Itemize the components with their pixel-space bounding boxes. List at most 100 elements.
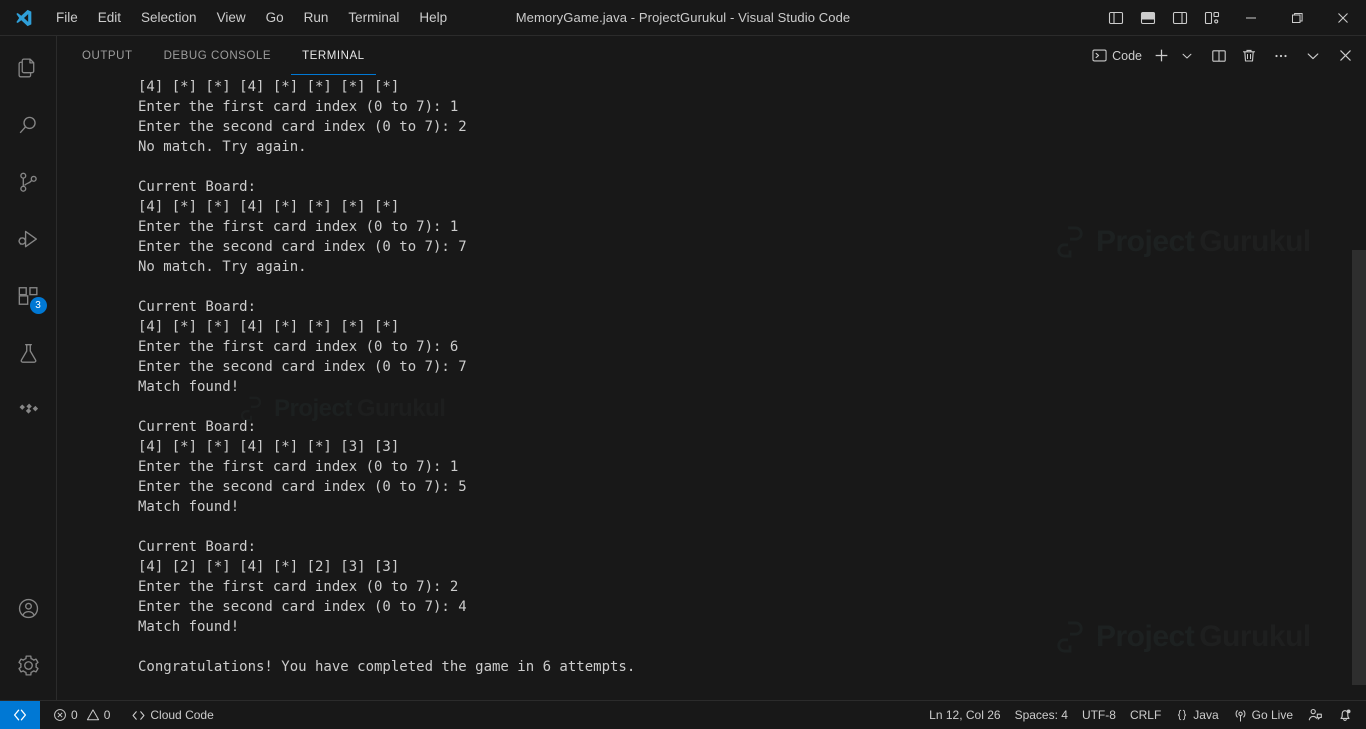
status-bar: 0 0 Cloud Code Ln 12, Col <box>0 700 1366 729</box>
chevron-down-icon <box>1305 48 1321 64</box>
close-icon <box>1338 48 1353 63</box>
terminal-chevron-icon <box>1092 48 1107 63</box>
status-problems[interactable]: 0 0 <box>47 704 116 726</box>
menu-go[interactable]: Go <box>257 5 293 30</box>
status-remote-window[interactable] <box>0 701 40 729</box>
terminal-line: Congratulations! You have completed the … <box>138 657 1366 677</box>
terminal-line: Enter the second card index (0 to 7): 4 <box>138 597 1366 617</box>
tab-terminal[interactable]: TERMINAL <box>291 36 376 75</box>
status-encoding[interactable]: UTF-8 <box>1076 704 1122 726</box>
terminal-line: Current Board: <box>138 297 1366 317</box>
terminal-viewport[interactable]: Project Gurukul Project Gurukul <box>57 75 1366 700</box>
bottom-panel: OUTPUT DEBUG CONSOLE TERMINAL Code <box>57 36 1366 700</box>
status-eol[interactable]: CRLF <box>1124 704 1167 726</box>
status-language-label: Java <box>1193 708 1218 722</box>
menu-file[interactable]: File <box>47 5 87 30</box>
broadcast-icon <box>1233 708 1248 723</box>
hide-panel-button[interactable] <box>1300 42 1326 70</box>
menu-edit[interactable]: Edit <box>89 5 130 30</box>
account-icon <box>16 596 41 621</box>
new-terminal-dropdown-button[interactable] <box>1174 42 1200 70</box>
activitybar-item-extensions[interactable]: 3 <box>0 268 57 325</box>
split-editor-icon <box>1211 48 1227 64</box>
tab-debug-console[interactable]: DEBUG CONSOLE <box>153 36 282 75</box>
terminal-output[interactable]: [4] [*] [*] [4] [*] [*] [*] [*]Enter the… <box>57 75 1366 700</box>
terminal-line: Enter the first card index (0 to 7): 2 <box>138 577 1366 597</box>
toggle-panel-icon[interactable] <box>1132 0 1164 35</box>
terminal-line <box>138 397 1366 417</box>
terminal-line: Match found! <box>138 617 1366 637</box>
search-icon <box>16 113 41 138</box>
activitybar-item-source-control[interactable] <box>0 154 57 211</box>
terminal-scrollbar-slider[interactable] <box>1352 250 1366 685</box>
close-panel-button[interactable] <box>1332 42 1358 70</box>
terminal-line: No match. Try again. <box>138 137 1366 157</box>
activitybar-item-accounts[interactable] <box>0 580 57 637</box>
status-go-live-label: Go Live <box>1252 708 1293 722</box>
new-terminal-button[interactable] <box>1148 42 1174 70</box>
feedback-icon <box>1307 707 1323 723</box>
status-go-live[interactable]: Go Live <box>1227 704 1299 726</box>
terminal-line: Enter the first card index (0 to 7): 1 <box>138 217 1366 237</box>
terminal-line: Enter the first card index (0 to 7): 1 <box>138 97 1366 117</box>
maximize-icon[interactable] <box>1274 0 1320 35</box>
terminal-name-label: Code <box>1112 49 1142 63</box>
terminal-line: Enter the second card index (0 to 7): 2 <box>138 117 1366 137</box>
tab-output[interactable]: OUTPUT <box>71 36 144 75</box>
menu-terminal[interactable]: Terminal <box>339 5 408 30</box>
terminal-line <box>138 517 1366 537</box>
source-control-icon <box>16 170 41 195</box>
customize-layout-icon[interactable] <box>1196 0 1228 35</box>
terminal-scrollbar[interactable] <box>1352 75 1366 700</box>
activitybar-item-search[interactable] <box>0 97 57 154</box>
status-cloud-code[interactable]: Cloud Code <box>125 704 219 726</box>
activitybar-item-cloud-code[interactable] <box>0 382 57 439</box>
status-bar-right: Ln 12, Col 26 Spaces: 4 UTF-8 CRLF Java <box>922 704 1366 726</box>
activitybar-item-settings[interactable] <box>0 637 57 694</box>
views-and-more-actions-button[interactable] <box>1268 42 1294 70</box>
status-bar-left: 0 0 Cloud Code <box>40 704 221 726</box>
terminal-line: Current Board: <box>138 537 1366 557</box>
activity-bar: 3 <box>0 36 57 700</box>
status-indentation[interactable]: Spaces: 4 <box>1009 704 1074 726</box>
kill-terminal-button[interactable] <box>1236 42 1262 70</box>
status-language-mode[interactable]: Java <box>1169 704 1224 726</box>
code-brackets-icon <box>131 708 146 723</box>
cloud-code-diamonds-icon <box>16 398 41 423</box>
plus-icon <box>1153 47 1170 64</box>
terminal-line: [4] [*] [*] [4] [*] [*] [*] [*] <box>138 197 1366 217</box>
terminal-line: [4] [*] [*] [4] [*] [*] [3] [3] <box>138 437 1366 457</box>
terminal-line: Current Board: <box>138 177 1366 197</box>
terminal-line: Enter the second card index (0 to 7): 7 <box>138 357 1366 377</box>
terminal-line: Enter the second card index (0 to 7): 5 <box>138 477 1366 497</box>
menu-view[interactable]: View <box>208 5 255 30</box>
status-cursor-position[interactable]: Ln 12, Col 26 <box>923 704 1006 726</box>
menu-selection[interactable]: Selection <box>132 5 206 30</box>
beaker-icon <box>16 341 41 366</box>
files-icon <box>16 56 41 81</box>
status-feedback[interactable] <box>1301 704 1329 726</box>
minimize-icon[interactable] <box>1228 0 1274 35</box>
toggle-secondary-sidebar-icon[interactable] <box>1164 0 1196 35</box>
status-notifications[interactable] <box>1331 704 1359 726</box>
ellipsis-icon <box>1273 48 1289 64</box>
close-icon[interactable] <box>1320 0 1366 35</box>
title-bar-actions <box>1100 0 1366 35</box>
trash-icon <box>1241 48 1257 64</box>
vscode-window: File Edit Selection View Go Run Terminal… <box>0 0 1366 729</box>
activitybar-item-testing[interactable] <box>0 325 57 382</box>
terminal-line: Enter the second card index (0 to 7): 7 <box>138 237 1366 257</box>
split-terminal-button[interactable] <box>1206 42 1232 70</box>
terminal-line: No match. Try again. <box>138 257 1366 277</box>
toggle-primary-sidebar-icon[interactable] <box>1100 0 1132 35</box>
menu-help[interactable]: Help <box>410 5 456 30</box>
terminal-line <box>138 277 1366 297</box>
active-terminal-selector[interactable]: Code <box>1088 42 1148 70</box>
menu-run[interactable]: Run <box>295 5 338 30</box>
terminal-line: Match found! <box>138 377 1366 397</box>
status-cloud-code-label: Cloud Code <box>150 708 213 722</box>
terminal-line <box>138 637 1366 657</box>
activitybar-item-explorer[interactable] <box>0 40 57 97</box>
activitybar-item-run-debug[interactable] <box>0 211 57 268</box>
terminal-line: Current Board: <box>138 417 1366 437</box>
